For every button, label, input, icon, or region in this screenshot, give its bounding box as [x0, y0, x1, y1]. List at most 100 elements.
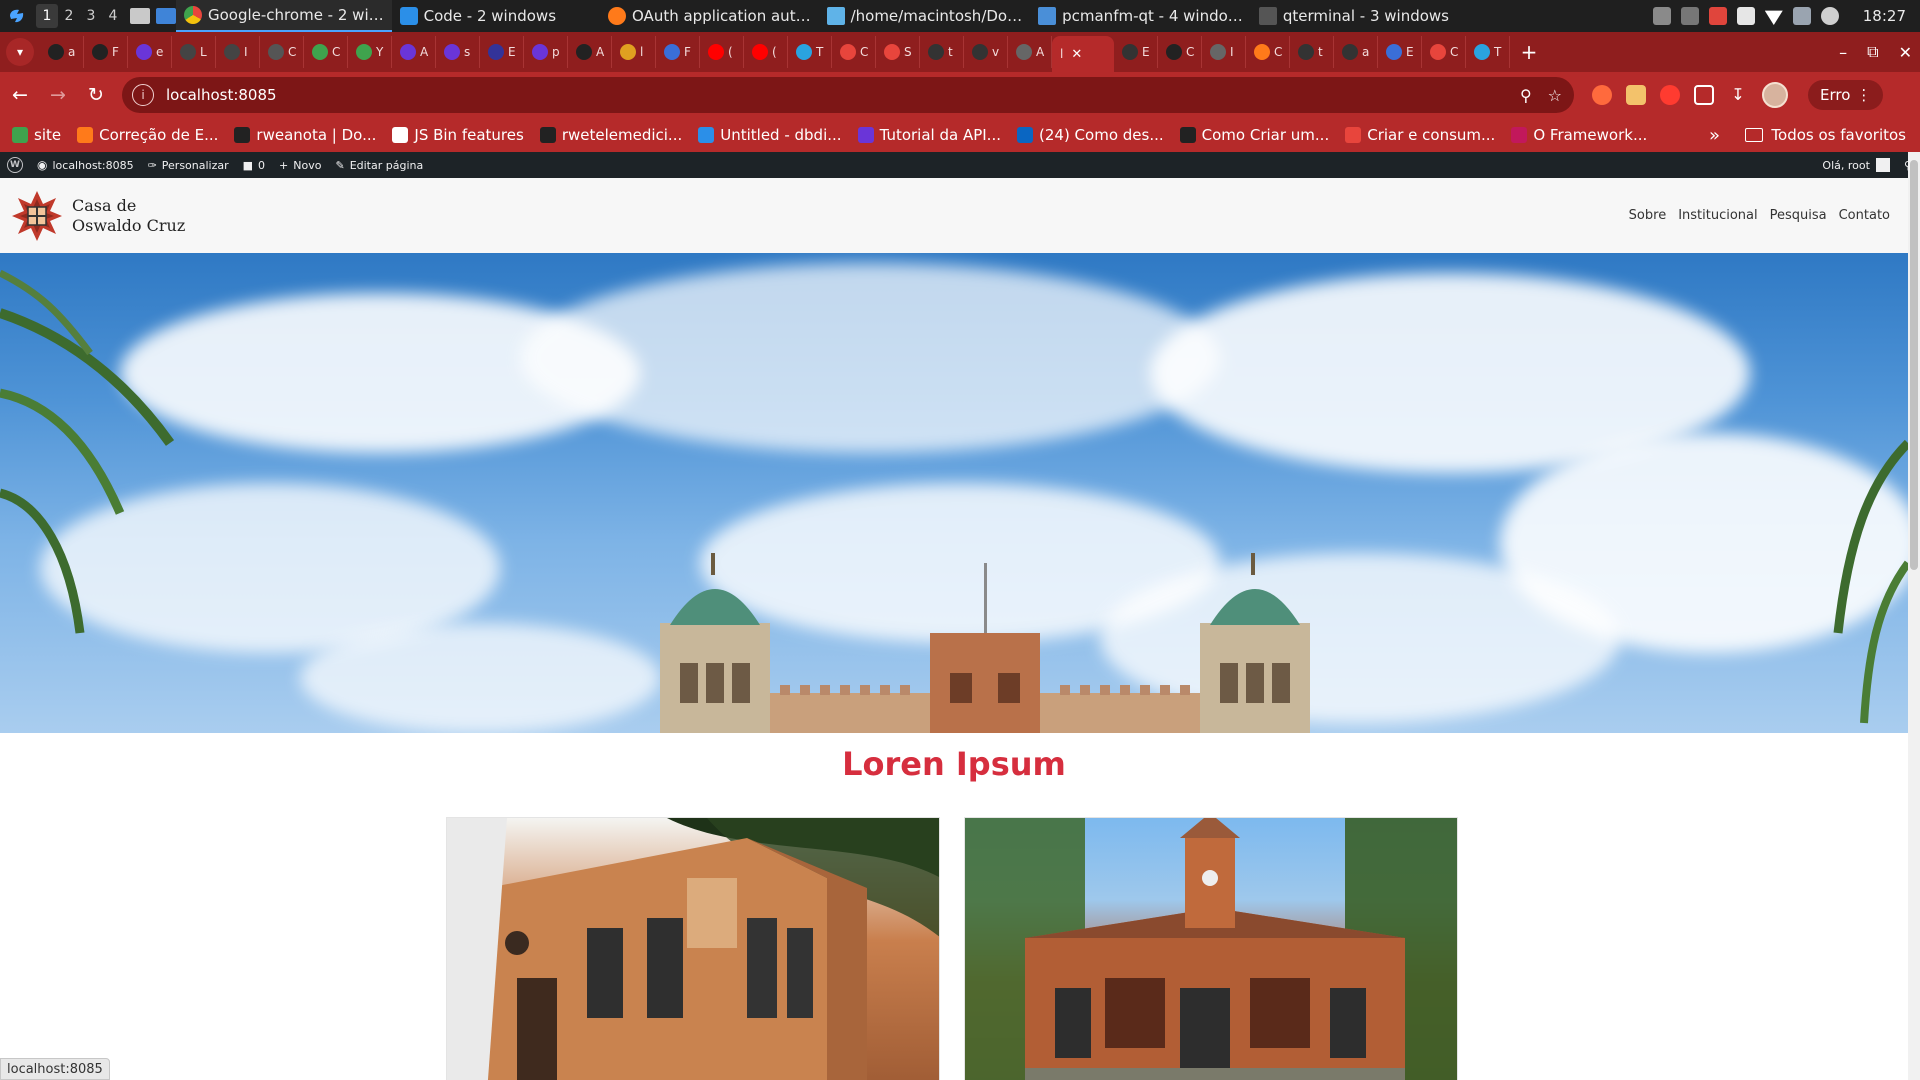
bookmark-item[interactable]: rweanota | Do... — [226, 121, 384, 149]
browser-tab[interactable]: A — [568, 36, 612, 68]
workspace-3[interactable]: 3 — [80, 4, 102, 28]
browser-tab[interactable]: Y — [348, 36, 392, 68]
nav-link-pesquisa[interactable]: Pesquisa — [1770, 208, 1827, 223]
wp-account-greeting[interactable]: Olá, root — [1822, 159, 1870, 172]
bookmark-item[interactable]: rwetelemedici... — [532, 121, 690, 149]
back-button[interactable]: ← — [2, 77, 38, 113]
task-image-viewer[interactable]: /home/macintosh/Do… — [819, 0, 1031, 32]
scrollbar-thumb[interactable] — [1910, 160, 1918, 570]
browser-tab[interactable]: T — [788, 36, 832, 68]
clipboard-tray-icon[interactable] — [1652, 7, 1671, 25]
task-chrome[interactable]: Google-chrome - 2 wi… — [176, 0, 392, 32]
new-tab-button[interactable]: + — [1514, 37, 1544, 67]
bookmark-item[interactable]: Tutorial da API... — [850, 121, 1009, 149]
workspace-1[interactable]: 1 — [36, 4, 58, 28]
browser-tab[interactable]: E — [480, 36, 524, 68]
nav-link-contato[interactable]: Contato — [1839, 208, 1890, 223]
minimize-icon[interactable]: – — [1839, 43, 1847, 62]
site-logo-text[interactable]: Casa de Oswaldo Cruz — [72, 196, 185, 236]
browser-tab[interactable]: A — [392, 36, 436, 68]
browser-tab[interactable]: s — [436, 36, 480, 68]
bookmark-item[interactable]: Como Criar um... — [1172, 121, 1338, 149]
reload-button[interactable]: ↻ — [78, 77, 114, 113]
wifi-icon[interactable] — [1764, 10, 1783, 25]
browser-tab[interactable]: p — [524, 36, 568, 68]
volume-muted-icon[interactable] — [1680, 7, 1699, 25]
wp-logo-menu[interactable]: W — [0, 152, 30, 178]
browser-tab[interactable]: C — [260, 36, 304, 68]
address-bar-url[interactable]: localhost:8085 — [166, 86, 277, 104]
browser-tab[interactable]: ( — [700, 36, 744, 68]
task-firefox[interactable]: OAuth application aut… — [600, 0, 819, 32]
browser-tab[interactable]: S — [876, 36, 920, 68]
browser-tab[interactable]: F — [84, 36, 128, 68]
wp-edit-page[interactable]: ✎ Editar página — [328, 152, 430, 178]
task-qterminal[interactable]: qterminal - 3 windows — [1251, 0, 1457, 32]
browser-tab[interactable]: e — [128, 36, 172, 68]
bookmark-item[interactable]: site — [4, 121, 69, 149]
browser-tab[interactable]: a — [40, 36, 84, 68]
extension-box-icon[interactable] — [1626, 85, 1646, 105]
site-logo[interactable] — [10, 189, 64, 243]
tab-search-button[interactable]: ▾ — [6, 38, 34, 66]
browser-tab[interactable]: I — [216, 36, 260, 68]
extensions-puzzle-icon[interactable] — [1694, 85, 1714, 105]
page-scrollbar[interactable] — [1908, 152, 1920, 1080]
card-image-building-1[interactable] — [446, 817, 940, 1080]
zoom-icon[interactable]: ⚲ — [1520, 86, 1532, 105]
file-manager-launcher-icon[interactable] — [130, 8, 150, 24]
browser-tab[interactable]: E — [1114, 36, 1158, 68]
wp-user-avatar[interactable] — [1875, 158, 1890, 172]
nav-link-institucional[interactable]: Institucional — [1678, 208, 1757, 223]
clock[interactable]: 18:27 — [1863, 7, 1906, 25]
browser-tab[interactable]: C — [304, 36, 348, 68]
browser-tab[interactable]: ( — [744, 36, 788, 68]
bookmark-item[interactable]: Untitled - dbdi... — [690, 121, 849, 149]
bookmark-item[interactable]: JS Bin features — [384, 121, 531, 149]
close-tab-icon[interactable]: ✕ — [1071, 47, 1082, 62]
bookmark-star-icon[interactable]: ☆ — [1548, 86, 1562, 105]
all-bookmarks-folder[interactable]: Todos os favoritos — [1745, 118, 1906, 152]
bookmarks-overflow-button[interactable]: » — [1709, 118, 1720, 152]
restore-icon[interactable]: ⧉ — [1867, 42, 1878, 62]
forward-button[interactable]: → — [40, 77, 76, 113]
browser-tab[interactable]: T — [1466, 36, 1510, 68]
browser-tab[interactable]: t — [1290, 36, 1334, 68]
address-bar[interactable]: i localhost:8085 ⚲ ☆ — [122, 77, 1574, 113]
workspace-2[interactable]: 2 — [58, 4, 80, 28]
browser-tab[interactable]: l — [612, 36, 656, 68]
extension-fire-icon[interactable] — [1592, 85, 1612, 105]
site-info-icon[interactable]: i — [132, 84, 154, 106]
bookmark-item[interactable]: O Framework... — [1503, 121, 1655, 149]
bookmark-item[interactable]: Correção de E... — [69, 121, 226, 149]
wp-new[interactable]: + Novo — [272, 152, 328, 178]
card-image-building-2[interactable] — [964, 817, 1458, 1080]
browser-tab[interactable]: I — [1202, 36, 1246, 68]
bookmark-item[interactable]: (24) Como des... — [1009, 121, 1172, 149]
browser-tab[interactable]: a — [1334, 36, 1378, 68]
browser-tab[interactable]: v — [964, 36, 1008, 68]
browser-tab[interactable]: C — [1158, 36, 1202, 68]
download-icon[interactable]: ↧ — [1728, 85, 1748, 105]
os-menu-icon[interactable] — [6, 5, 28, 27]
browser-tab[interactable]: C — [832, 36, 876, 68]
browser-tab[interactable]: F — [656, 36, 700, 68]
network-tray-icon[interactable] — [1792, 7, 1811, 25]
profile-avatar[interactable] — [1762, 82, 1788, 108]
active-tab[interactable]: l ✕ — [1052, 36, 1114, 72]
close-window-icon[interactable]: ✕ — [1899, 43, 1912, 62]
task-vscode[interactable]: Code - 2 windows — [392, 0, 564, 32]
settings-tray-icon[interactable] — [1820, 7, 1839, 25]
browser-tab[interactable]: t — [920, 36, 964, 68]
extension-red-icon[interactable] — [1660, 85, 1680, 105]
wp-comments[interactable]: ■ 0 — [236, 152, 272, 178]
wp-customize[interactable]: ✑ Personalizar — [141, 152, 236, 178]
task-pcmanfm[interactable]: pcmanfm-qt - 4 windo… — [1030, 0, 1251, 32]
erro-button[interactable]: Erro ⋮ — [1808, 80, 1884, 110]
anydesk-tray-icon[interactable] — [1708, 7, 1727, 25]
browser-tab[interactable]: L — [172, 36, 216, 68]
browser-tab[interactable]: E — [1378, 36, 1422, 68]
browser-tab[interactable]: C — [1422, 36, 1466, 68]
folder-launcher-icon[interactable] — [156, 8, 176, 24]
wp-site-name[interactable]: ◉ localhost:8085 — [30, 152, 141, 178]
